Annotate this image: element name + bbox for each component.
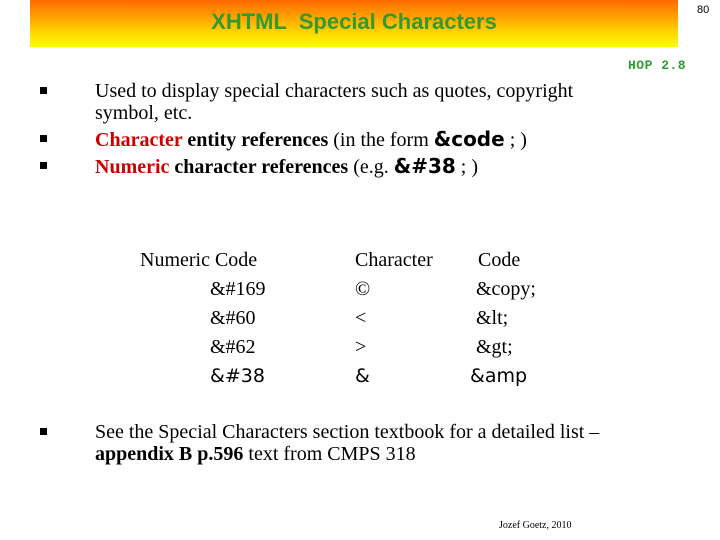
bullet-item: Used to display special characters such … (40, 80, 640, 124)
code-example: &code (433, 127, 505, 151)
bullet-list: Used to display special characters such … (40, 80, 640, 182)
character-cell: & (355, 365, 370, 387)
bullet-suffix: ; ) (455, 156, 479, 178)
bullet-square-icon (40, 87, 47, 94)
entity-code-cell: &lt; (476, 307, 509, 329)
bullet-text: See the Special Characters section textb… (95, 421, 600, 443)
bullet-square-icon (40, 428, 47, 435)
bullet-item: Character entity references (in the form… (40, 128, 640, 151)
highlight-term: Character (95, 129, 183, 151)
character-cell: © (355, 278, 371, 300)
slide-title: XHTML Special Characters (211, 9, 497, 34)
character-cell: < (355, 307, 367, 329)
bullet-item: See the Special Characters section textb… (40, 421, 680, 465)
numeric-code-cell: &#169 (210, 278, 266, 300)
bullet-text-tail: text from CMPS 318 (243, 443, 416, 465)
numeric-code-cell: &#60 (210, 307, 256, 329)
bullet-suffix: ; ) (504, 129, 527, 151)
section-reference: HOP 2.8 (628, 58, 687, 73)
numeric-code-cell: &#38 (210, 365, 265, 387)
entity-code-cell: &copy; (476, 278, 536, 300)
character-cell: > (355, 336, 367, 358)
bullet-text: (in the form (328, 129, 434, 151)
bullet-square-icon (40, 135, 47, 142)
bullet-bold-text: character references (169, 156, 349, 178)
entity-code-cell: &amp (470, 365, 528, 387)
header-character: Character (355, 249, 433, 271)
bullet-item: Numeric character references (e.g. &#38 … (40, 155, 640, 178)
bullet-text: Used to display special characters such … (95, 80, 574, 124)
bullet-bold-text: entity references (182, 129, 329, 151)
page-number: 80 (697, 4, 710, 16)
code-example: &#38 (393, 154, 456, 178)
header-code: Code (478, 249, 521, 271)
appendix-reference: appendix B p.596 (95, 443, 244, 465)
footer-author: Jozef Goetz, 2010 (499, 520, 572, 531)
entity-code-cell: &gt; (476, 336, 513, 358)
bullet-square-icon (40, 162, 47, 169)
numeric-code-cell: &#62 (210, 336, 256, 358)
header-numeric-code: Numeric Code (140, 249, 258, 271)
bullet-list-secondary: See the Special Characters section textb… (40, 421, 680, 469)
highlight-term: Numeric (95, 156, 170, 178)
bullet-text: (e.g. (348, 156, 394, 178)
